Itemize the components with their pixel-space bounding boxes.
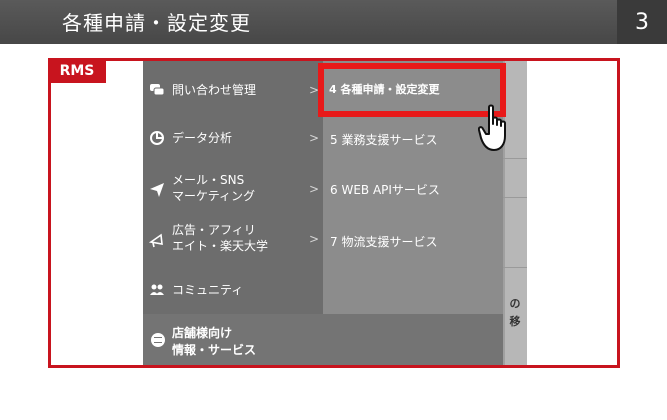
menu-item-label: コミュニティ (172, 283, 244, 297)
menu-item-mail-sns[interactable]: メール・SNS マーケティング > (143, 173, 323, 207)
rms-label: RMS (48, 58, 106, 83)
hand-pointer-icon (477, 104, 516, 158)
submenu-item-web-api[interactable]: 6 WEB APIサービス (330, 181, 440, 198)
page-number: 3 (617, 0, 667, 44)
pie-chart-icon (149, 130, 165, 146)
menu-item-analytics[interactable]: データ分析 > (143, 129, 323, 149)
submenu-item-applications-settings[interactable]: 4 各種申請・設定変更 (329, 81, 439, 97)
menu-item-community[interactable]: コミュニティ (143, 281, 323, 301)
submenu-item-logistics[interactable]: 7 物流支援サービス (330, 233, 437, 250)
bottom-label-line2: 情報・サービス (172, 343, 257, 357)
menu-item-label: メール・SNS (172, 173, 245, 187)
strip-divider (503, 267, 527, 268)
list-circle-icon (151, 333, 165, 347)
bottom-label-line1: 店舗様向け (172, 326, 233, 340)
menu-item-inquiry[interactable]: 問い合わせ管理 > (143, 81, 323, 101)
menu-item-label-line2: マーケティング (172, 189, 256, 203)
menu-item-ads-affiliate[interactable]: 広告・アフィリ エイト・楽天大学 > (143, 223, 323, 257)
menu-item-label: データ分析 (172, 131, 233, 145)
chat-bubble-icon (149, 82, 165, 98)
menu-item-label: 問い合わせ管理 (172, 83, 257, 97)
menu-item-label-line2: エイト・楽天大学 (172, 239, 269, 253)
chevron-right-icon: > (309, 131, 320, 145)
submenu-item-business-support[interactable]: 5 業務支援サービス (330, 131, 437, 148)
chevron-right-icon: > (309, 182, 320, 196)
people-icon (149, 282, 165, 298)
side-strip-text: の (509, 297, 521, 310)
menu-item-label: 広告・アフィリ (172, 223, 256, 237)
submenu-label: 5 業務支援サービス (330, 133, 438, 147)
submenu-label: 7 物流支援サービス (330, 235, 438, 249)
header-bar: 各種申請・設定変更 (0, 0, 617, 44)
chevron-right-icon: > (309, 232, 320, 246)
page-title: 各種申請・設定変更 (62, 11, 251, 35)
megaphone-icon (148, 232, 165, 248)
strip-divider (503, 158, 527, 159)
store-info-services[interactable]: 店舗様向け 情報・サービス (172, 325, 256, 359)
submenu-label: 6 WEB APIサービス (330, 183, 440, 197)
paper-plane-icon (149, 182, 165, 198)
side-strip-text: 移 (509, 315, 521, 328)
strip-divider (503, 197, 527, 198)
